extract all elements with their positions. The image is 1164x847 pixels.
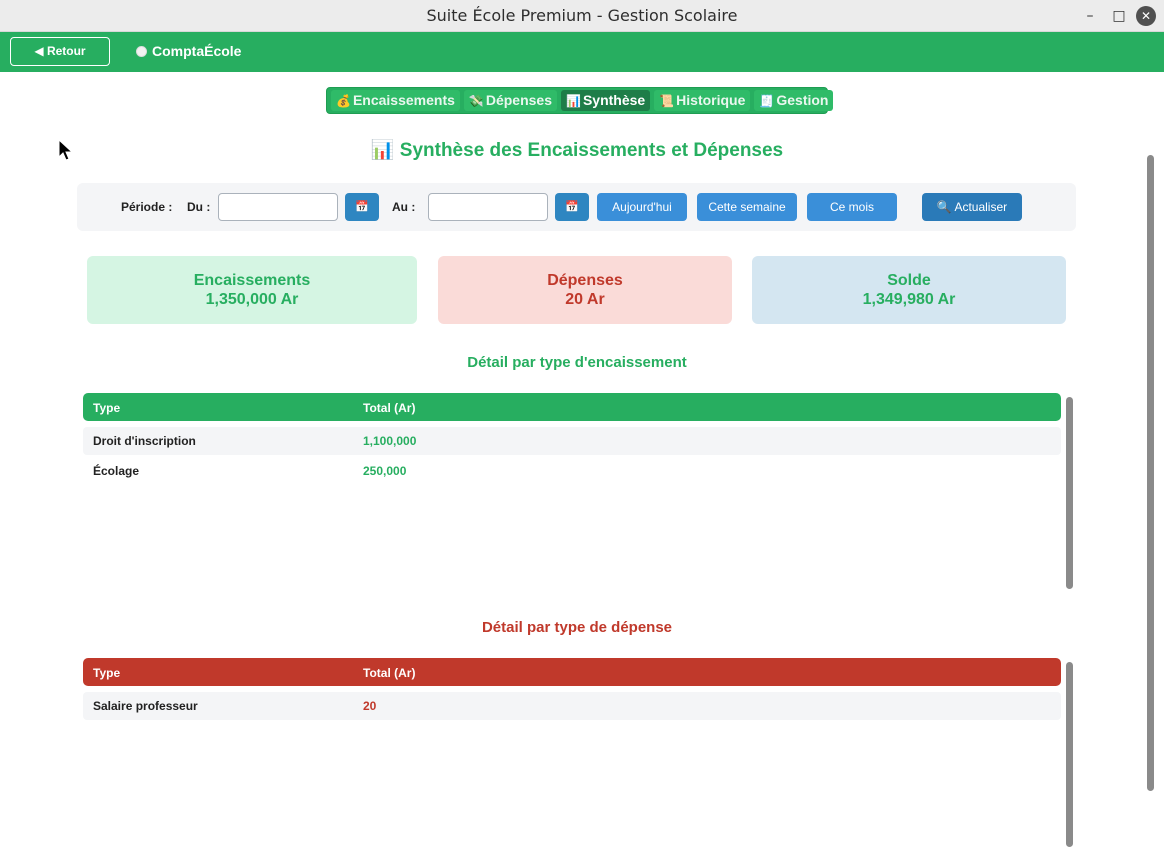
card-label: Solde — [887, 272, 931, 289]
refresh-button[interactable]: 🔍 Actualiser — [922, 193, 1022, 221]
minimize-icon[interactable]: – — [1080, 6, 1100, 26]
period-filter: Période : Du : 📅 Au : 📅 Aujourd'hui Cett… — [77, 183, 1076, 231]
tab-label: Historique — [676, 92, 746, 108]
tab-historique[interactable]: 📜 Historique — [654, 90, 751, 111]
card-label: Encaissements — [193, 272, 311, 289]
table-row[interactable]: Droit d'inscription 1,100,000 — [83, 427, 1061, 455]
bar-chart-icon: 📊 — [566, 94, 581, 108]
depense-detail-title: Détail par type de dépense — [481, 619, 673, 636]
from-calendar-button[interactable]: 📅 — [345, 193, 379, 221]
depense-table: Type Total (Ar) Salaire professeur 20 — [83, 658, 1061, 720]
window-title: Suite École Premium - Gestion Scolaire — [426, 6, 738, 25]
from-date-input[interactable] — [218, 193, 338, 221]
depense-table-scrollbar[interactable] — [1066, 662, 1073, 847]
calendar-icon: 📅 — [565, 201, 579, 213]
encaissements-card: Encaissements 1,350,000 Ar — [87, 256, 417, 324]
this-month-button[interactable]: Ce mois — [807, 193, 897, 221]
encaissement-table-scrollbar[interactable] — [1066, 397, 1073, 589]
brand-name: ComptaÉcole — [152, 43, 242, 59]
tab-label: Encaissements — [352, 92, 455, 108]
row-type: Salaire professeur — [93, 699, 198, 713]
today-button[interactable]: Aujourd'hui — [597, 193, 687, 221]
to-calendar-button[interactable]: 📅 — [555, 193, 589, 221]
row-total: 20 — [363, 699, 377, 713]
table-header: Type Total (Ar) — [83, 393, 1061, 421]
main-tabs: 💰 Encaissements 💸 Dépenses 📊 Synthèse 📜 Hist… — [326, 87, 834, 114]
this-week-button[interactable]: Cette semaine — [697, 193, 797, 221]
money-wings-icon: 💸 — [468, 94, 484, 108]
solde-card: Solde 1,349,980 Ar — [752, 256, 1066, 324]
column-header-type[interactable]: Type — [93, 666, 120, 680]
depenses-card: Dépenses 20 Ar — [438, 256, 732, 324]
back-button[interactable]: ◀ Retour — [10, 37, 110, 66]
tab-label: Gestion — [776, 92, 829, 108]
row-total: 1,100,000 — [363, 434, 417, 448]
tab-synthese[interactable]: 📊 Synthèse — [561, 90, 651, 111]
encaissement-detail-title: Détail par type d'encaissement — [467, 354, 687, 371]
to-date-input[interactable] — [428, 193, 548, 221]
row-total: 250,000 — [363, 464, 407, 478]
tab-label: Dépenses — [485, 92, 553, 108]
table-row[interactable]: Salaire professeur 20 — [83, 692, 1061, 720]
page-title: 📊 Synthèse des Encaissements et Dépenses — [370, 140, 784, 161]
card-value: 1,350,000 Ar — [205, 291, 299, 308]
receipt-icon: 🧾 — [759, 94, 775, 108]
close-icon[interactable]: ✕ — [1136, 6, 1156, 26]
row-type: Écolage — [93, 464, 140, 478]
tab-encaissements[interactable]: 💰 Encaissements — [331, 90, 460, 111]
scroll-icon: 📜 — [659, 94, 675, 108]
brand: ComptaÉcole — [136, 43, 241, 59]
tab-depenses[interactable]: 💸 Dépenses — [463, 90, 558, 111]
money-bag-icon: 💰 — [336, 94, 351, 108]
to-label: Au : — [392, 200, 416, 214]
period-label: Période : — [121, 200, 173, 214]
column-header-total[interactable]: Total (Ar) — [363, 401, 415, 415]
encaissement-table: Type Total (Ar) Droit d'inscription 1,10… — [83, 393, 1061, 485]
table-row[interactable]: Écolage 250,000 — [83, 457, 1061, 485]
brand-logo-icon — [136, 46, 147, 57]
page-scrollbar[interactable] — [1147, 155, 1154, 791]
app-header: ◀ Retour ComptaÉcole — [0, 32, 1164, 72]
tab-label: Synthèse — [582, 92, 646, 108]
window-titlebar: Suite École Premium - Gestion Scolaire –… — [0, 0, 1164, 32]
column-header-total[interactable]: Total (Ar) — [363, 666, 415, 680]
card-value: 20 Ar — [565, 291, 605, 308]
calendar-icon: 📅 — [355, 201, 369, 213]
column-header-type[interactable]: Type — [93, 401, 120, 415]
from-label: Du : — [187, 200, 211, 214]
tab-gestion[interactable]: 🧾 Gestion — [754, 90, 834, 111]
card-value: 1,349,980 Ar — [862, 291, 956, 308]
table-header: Type Total (Ar) — [83, 658, 1061, 686]
maximize-icon[interactable]: □ — [1109, 6, 1129, 26]
card-label: Dépenses — [547, 272, 623, 289]
row-type: Droit d'inscription — [93, 434, 196, 448]
